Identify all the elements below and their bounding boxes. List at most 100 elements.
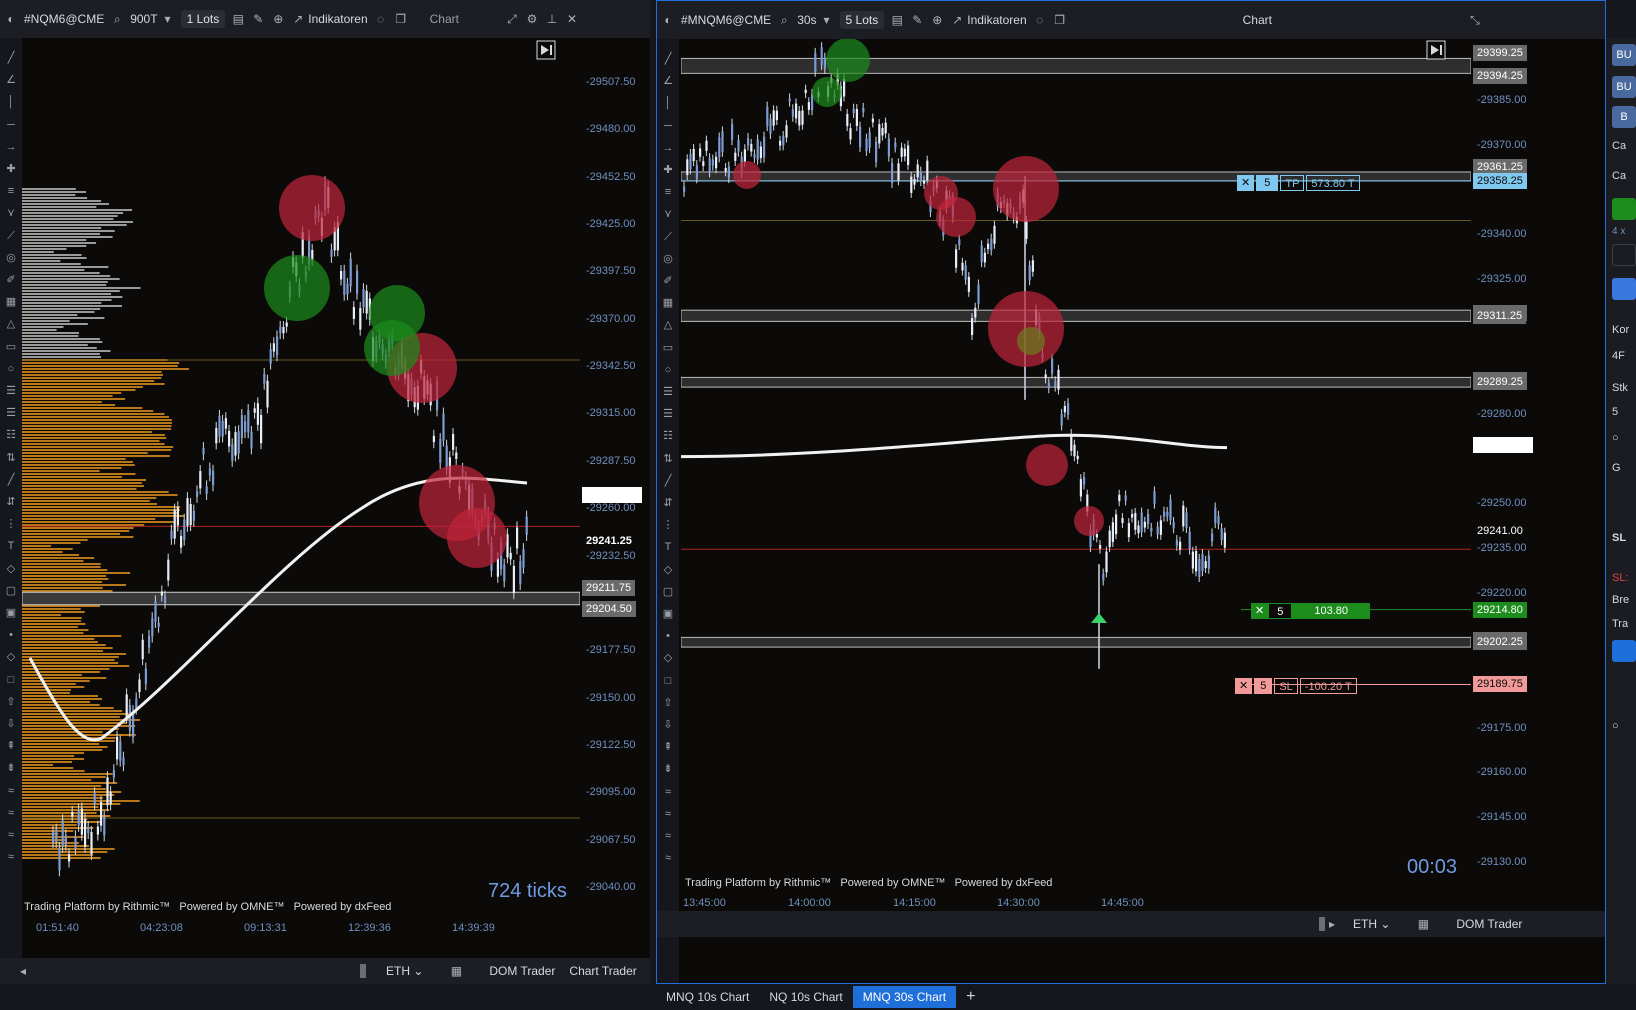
gear-icon[interactable]: ⚙	[525, 12, 539, 26]
chart-type-icon[interactable]: ▤	[231, 12, 245, 26]
drawing-tool-icon[interactable]: ⋮	[3, 516, 19, 532]
drawing-tool-icon[interactable]: ▣	[660, 606, 676, 622]
drawing-tool-icon[interactable]: ◎	[660, 251, 676, 267]
chart-trader-button[interactable]: Chart Trader	[569, 964, 636, 978]
drawing-tool-icon[interactable]: ▢	[660, 584, 676, 600]
drawing-tool-icon[interactable]: ≈	[660, 806, 676, 822]
dom-trader-button[interactable]: DOM Trader	[1456, 917, 1522, 931]
drawing-tool-icon[interactable]: ⇵	[3, 494, 19, 510]
sl-order-row[interactable]: ✕ 5 SL -100.20 T	[1235, 678, 1357, 694]
drawing-tool-icon[interactable]: ○	[660, 362, 676, 378]
cancel-sl-icon[interactable]: ✕	[1235, 678, 1253, 694]
drawing-tool-icon[interactable]: ≡	[3, 183, 19, 199]
search-icon[interactable]: ⌕	[777, 13, 791, 27]
drawing-tool-icon[interactable]: ≈	[3, 849, 19, 865]
cancel-button-1[interactable]: Ca	[1612, 140, 1636, 152]
drawing-tool-icon[interactable]: ⇩	[3, 716, 19, 732]
draw-icon[interactable]: ✎	[251, 12, 265, 26]
drawing-tool-icon[interactable]: ◎	[3, 250, 19, 266]
drawing-tool-icon[interactable]: ⇞	[3, 738, 19, 754]
eth-selector[interactable]: ETH ⌄	[386, 964, 423, 978]
drawing-tool-icon[interactable]: ╱	[660, 51, 676, 67]
indicators-button[interactable]: ↗ Indikatoren	[291, 12, 367, 26]
drawing-tool-icon[interactable]: ✚	[660, 162, 676, 178]
search-icon[interactable]: ⌕	[110, 12, 124, 26]
close-icon[interactable]: ✕	[565, 12, 579, 26]
drawing-tool-icon[interactable]: ☰	[3, 405, 19, 421]
tp-order-row[interactable]: ✕ 5 TP 573.80 T	[1237, 175, 1360, 191]
radio-option-2[interactable]: ○	[1612, 720, 1636, 732]
drawing-tool-icon[interactable]: •	[660, 628, 676, 644]
drawing-tool-icon[interactable]: T	[660, 539, 676, 555]
drawing-tool-icon[interactable]: ☰	[660, 384, 676, 400]
window-icon[interactable]: ❐	[1053, 13, 1067, 27]
drawing-tool-icon[interactable]: ◇	[660, 650, 676, 666]
drawing-tool-icon[interactable]: T	[3, 538, 19, 554]
drawing-tool-icon[interactable]: ≈	[3, 827, 19, 843]
drawing-tool-icon[interactable]: ─	[3, 117, 19, 133]
drawing-tool-icon[interactable]: ✐	[660, 273, 676, 289]
drawing-tool-icon[interactable]: ≈	[3, 783, 19, 799]
drawing-tool-icon[interactable]: ▦	[3, 294, 19, 310]
zoom-icon[interactable]: ⊕	[930, 13, 944, 27]
drawing-tool-icon[interactable]: ◇	[660, 562, 676, 578]
scroll-right-icon[interactable]: ▸	[1325, 917, 1339, 931]
eth-selector[interactable]: ETH ⌄	[1353, 917, 1390, 931]
drawing-tool-icon[interactable]: ☰	[3, 383, 19, 399]
drawing-tool-icon[interactable]: ⋮	[660, 517, 676, 533]
drawing-tool-icon[interactable]: ⇵	[660, 495, 676, 511]
lots-selector[interactable]: 1 Lots	[180, 10, 226, 28]
interval-selector[interactable]: 900T ▾	[130, 12, 174, 26]
drawing-tool-icon[interactable]: ▦	[660, 295, 676, 311]
lots-selector[interactable]: 5 Lots	[839, 11, 885, 29]
indicators-button[interactable]: ↗ Indikatoren	[950, 13, 1026, 27]
pin-icon[interactable]: ⊥	[545, 12, 559, 26]
drawing-tool-icon[interactable]: △	[3, 316, 19, 332]
drawing-tool-icon[interactable]: ⋎	[3, 205, 19, 221]
right-chart-canvas[interactable]	[681, 39, 1471, 891]
drawing-tool-icon[interactable]: □	[660, 673, 676, 689]
drawing-tool-icon[interactable]: ⇩	[660, 717, 676, 733]
drawing-tool-icon[interactable]: →	[660, 140, 676, 156]
calendar-icon[interactable]: ▦	[1416, 917, 1430, 931]
drawing-tool-icon[interactable]: ⇞	[660, 739, 676, 755]
drawing-tool-icon[interactable]: ╱	[660, 473, 676, 489]
drawing-tool-icon[interactable]: ⇟	[660, 761, 676, 777]
scroll-left-icon[interactable]: ◂	[16, 964, 30, 978]
drawing-tool-icon[interactable]: ╱	[3, 472, 19, 488]
drawing-tool-icon[interactable]: ⇧	[3, 694, 19, 710]
add-tab-button[interactable]: +	[956, 984, 985, 1010]
expand-icon[interactable]: ⤢	[505, 12, 519, 26]
link-icon[interactable]: ◐	[4, 12, 18, 26]
zoom-icon[interactable]: ⊕	[271, 12, 285, 26]
drawing-tool-icon[interactable]: ⇅	[3, 450, 19, 466]
drawing-tool-icon[interactable]: ≈	[660, 850, 676, 866]
drawing-tool-icon[interactable]: □	[3, 672, 19, 688]
blue-button[interactable]	[1612, 278, 1636, 300]
green-button[interactable]	[1612, 198, 1636, 220]
option-value[interactable]: G	[1612, 462, 1636, 474]
symbol-selector[interactable]: #MNQM6@CME	[681, 13, 771, 27]
drawing-tool-icon[interactable]: ✚	[3, 161, 19, 177]
radio-option[interactable]: ○	[1612, 432, 1636, 444]
drawing-tool-icon[interactable]: →	[3, 139, 19, 155]
buy-button-2[interactable]: BU	[1612, 76, 1636, 98]
drawing-tool-icon[interactable]: ⟋	[3, 228, 19, 244]
drawing-tool-icon[interactable]: ▭	[3, 339, 19, 355]
drawing-tool-icon[interactable]: ☷	[660, 428, 676, 444]
drawing-tool-icon[interactable]: ≈	[3, 805, 19, 821]
contract-value[interactable]: 4F	[1612, 350, 1636, 362]
drawing-tool-icon[interactable]: │	[660, 95, 676, 111]
drawing-tool-icon[interactable]: ▣	[3, 605, 19, 621]
drawing-tool-icon[interactable]: ⟋	[660, 229, 676, 245]
tab-mnq-10s[interactable]: MNQ 10s Chart	[656, 986, 759, 1008]
draw-icon[interactable]: ✎	[910, 13, 924, 27]
cancel-button-2[interactable]: Ca	[1612, 170, 1636, 182]
drawing-tool-icon[interactable]: ⇅	[660, 451, 676, 467]
dom-trader-button[interactable]: DOM Trader	[489, 964, 555, 978]
tab-mnq-30s[interactable]: MNQ 30s Chart	[852, 986, 957, 1008]
drawing-tool-icon[interactable]: ○	[3, 361, 19, 377]
drawing-tool-icon[interactable]: ✐	[3, 272, 19, 288]
drawing-tool-icon[interactable]: ─	[660, 118, 676, 134]
drawing-tool-icon[interactable]: ⇟	[3, 760, 19, 776]
